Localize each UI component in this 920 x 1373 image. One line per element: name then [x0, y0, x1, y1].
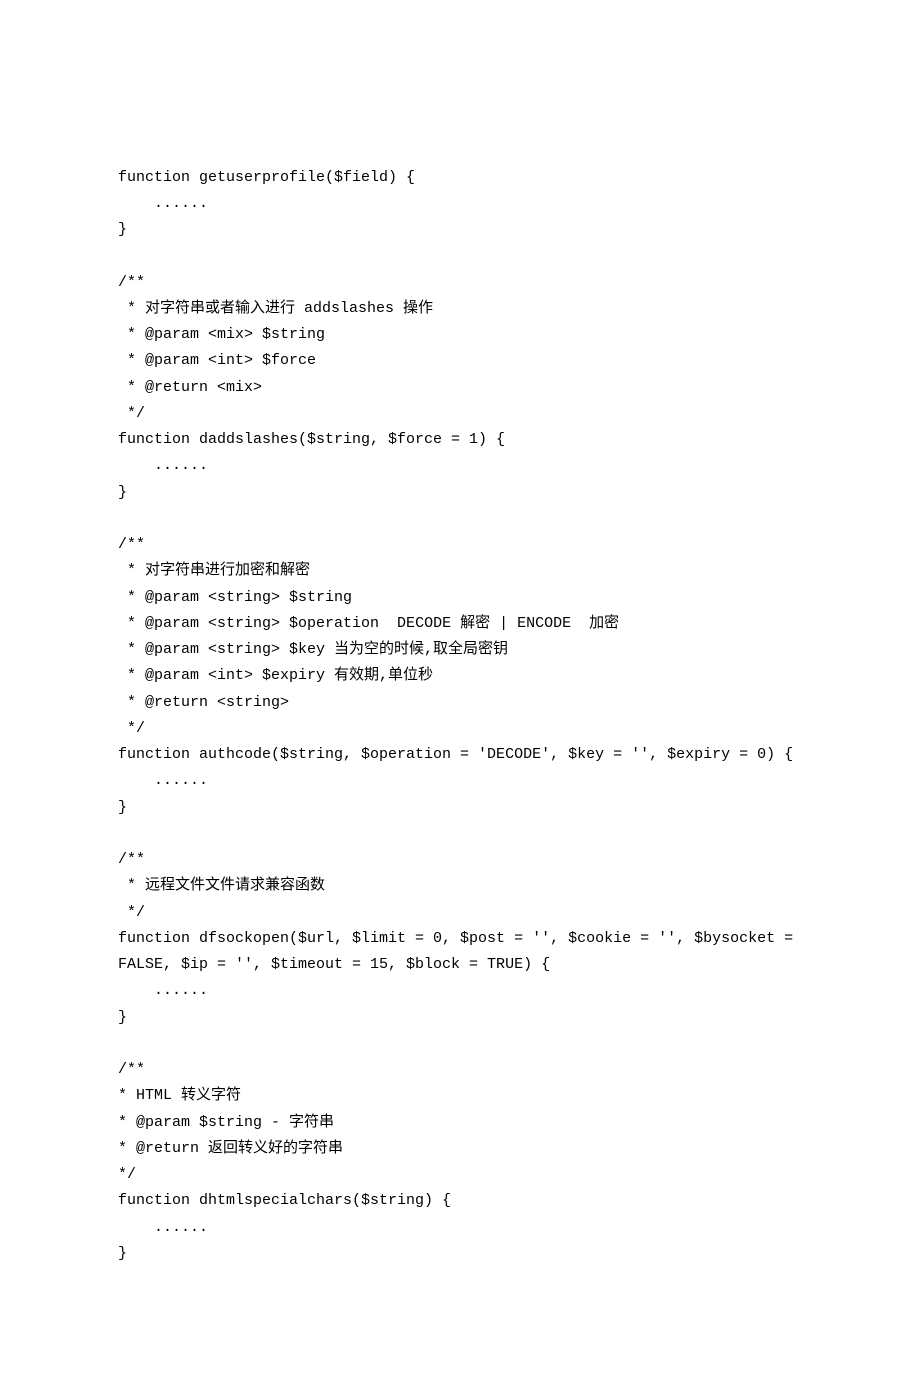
code-block: function getuserprofile($field) { ......…	[118, 165, 802, 1268]
code-page: function getuserprofile($field) { ......…	[0, 0, 920, 1373]
